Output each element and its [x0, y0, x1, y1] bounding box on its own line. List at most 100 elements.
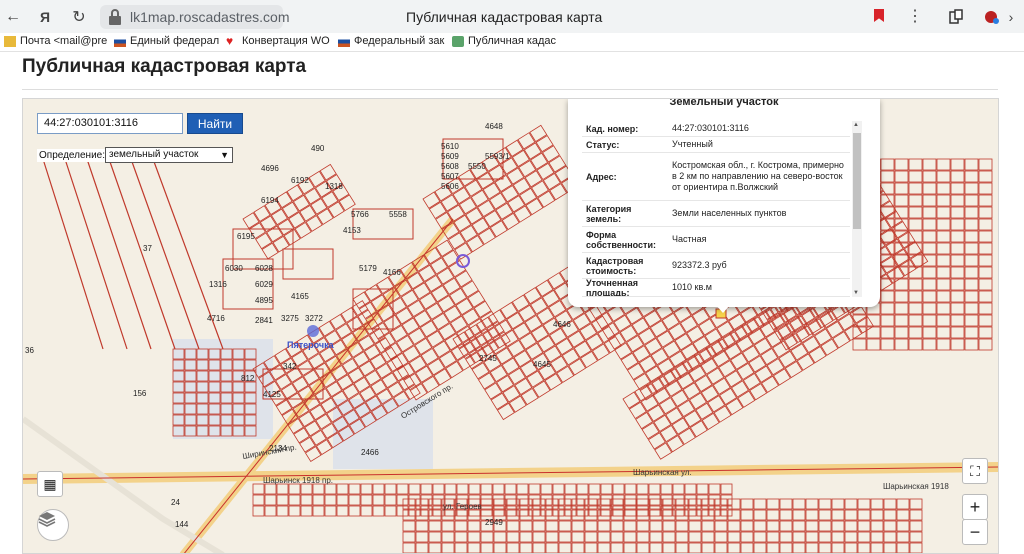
- reload-icon[interactable]: ↻: [68, 6, 90, 28]
- bookmark-item[interactable]: ♥ Конвертация WO: [226, 33, 330, 48]
- info-value: Земли населенных пунктов: [672, 208, 787, 218]
- popup-scrollbar[interactable]: ▲ ▼: [852, 121, 862, 297]
- heart-icon: ♥: [226, 33, 234, 48]
- bookmark-item[interactable]: Почта <mail@pre: [4, 35, 107, 47]
- street-label: Шарьинская 1918: [883, 482, 949, 491]
- bookmark-label: Конвертация WO: [242, 35, 330, 47]
- street-label: ул. Героев: [443, 502, 482, 511]
- info-key: Категория земель:: [586, 203, 632, 224]
- street-label: Шарьинская ул.: [633, 468, 692, 477]
- zoom-in-button[interactable]: +: [962, 494, 988, 520]
- parcel-number-label: 6192: [291, 176, 309, 185]
- info-value: 44:27:030101:3116: [672, 123, 749, 133]
- collections-icon[interactable]: [948, 9, 964, 25]
- parcel-number-label: 6194: [261, 196, 279, 205]
- lock-icon: [109, 9, 121, 25]
- info-value: Частная: [672, 234, 707, 244]
- parcel-number-label: 156: [133, 389, 147, 398]
- parcel-number-label: 5558: [389, 210, 407, 219]
- parcel-number-label: 4165: [291, 292, 309, 301]
- info-row: Форма собственности: Частная: [582, 227, 850, 253]
- parcel-number-label: 342: [283, 362, 297, 371]
- fullscreen-button[interactable]: ⛶: [962, 458, 988, 484]
- info-key: Адрес:: [586, 171, 617, 182]
- browser-toolbar: ← Я ↻ lk1map.roscadastres.com Публичная …: [0, 0, 1024, 33]
- map-viewport[interactable]: 4648 5610 5609 5608 5607 5606 5550 5593/1 490 469…: [22, 98, 999, 554]
- scroll-thumb[interactable]: [853, 133, 861, 229]
- parcel-number-label: 4166: [383, 268, 401, 277]
- poi-marker-icon: [307, 325, 319, 337]
- info-value: 1010 кв.м: [672, 282, 712, 292]
- parcel-number-label: 1316: [209, 280, 227, 289]
- info-value: Костромская обл., г. Кострома, примерно …: [672, 160, 844, 192]
- bookmarks-bar: Почта <mail@pre Единый федерал ♥ Конверт…: [0, 33, 1024, 52]
- info-value: 923372.3 руб: [672, 260, 727, 270]
- parcel-number-label: 5608: [441, 162, 459, 171]
- more-options-icon[interactable]: ⋮: [907, 6, 923, 26]
- bookmark-label: Федеральный зак: [354, 35, 445, 47]
- parcel-number-label: 36: [25, 346, 34, 355]
- bookmark-item[interactable]: Единый федерал: [114, 35, 219, 47]
- poi-label[interactable]: Пятерочка: [287, 340, 334, 350]
- bookmark-label: Почта <mail@pre: [20, 35, 108, 47]
- parcel-number-label: 37: [143, 244, 152, 253]
- info-value: Учтенный: [672, 139, 713, 149]
- scroll-up-icon[interactable]: ▲: [853, 122, 859, 128]
- info-key: Кадастровая стоимость:: [586, 255, 644, 276]
- info-key: Уточненная площадь:: [586, 279, 638, 297]
- info-row: Статус: Учтенный: [582, 137, 850, 153]
- parcel-number-label: 4696: [261, 164, 279, 173]
- flag-icon: [114, 35, 126, 47]
- yandex-icon[interactable]: Я: [34, 6, 56, 28]
- info-row: Кадастровая стоимость: 923372.3 руб: [582, 253, 850, 279]
- parcel-number-label: 2466: [361, 448, 379, 457]
- parcel-number-label: 5179: [359, 264, 377, 273]
- info-row: Уточненная площадь: 1010 кв.м: [582, 279, 850, 297]
- parcel-number-label: 4648: [485, 122, 503, 131]
- parcel-number-label: 4125: [263, 390, 281, 399]
- back-icon[interactable]: ←: [2, 6, 24, 28]
- parcel-number-label: 5609: [441, 152, 459, 161]
- parcel-number-label: 2949: [485, 518, 503, 527]
- parcel-number-label: 5766: [351, 210, 369, 219]
- parcel-number-label: 6030: [225, 264, 243, 273]
- print-map-button[interactable]: ▦: [37, 471, 63, 497]
- layers-icon: [38, 512, 56, 527]
- parcel-number-label: 5610: [441, 142, 459, 151]
- parcel-number-label: 4895: [255, 296, 273, 305]
- definition-select[interactable]: земельный участок ▼: [105, 147, 233, 163]
- info-key: Форма собственности:: [586, 229, 656, 250]
- cadastral-search-input[interactable]: 44:27:030101:3116: [37, 113, 183, 134]
- popup-title: Земельный участок: [669, 98, 779, 108]
- bookmark-label: Единый федерал: [130, 35, 220, 47]
- info-row: Кад. номер: 44:27:030101:3116: [582, 121, 850, 137]
- zoom-out-button[interactable]: −: [962, 519, 988, 545]
- info-key: Кад. номер:: [586, 123, 639, 134]
- parcel-number-label: 5593/1: [485, 152, 510, 161]
- url-text: lk1map.roscadastres.com: [130, 9, 290, 25]
- parcel-number-label: 6195: [237, 232, 255, 241]
- search-button[interactable]: Найти: [187, 113, 243, 134]
- definition-label: Определение:: [37, 149, 108, 162]
- parcel-number-label: 3275: [281, 314, 299, 323]
- parcel-number-label: 490: [311, 144, 325, 153]
- puzzle-icon: [452, 35, 464, 47]
- popup-pointer: [715, 304, 731, 313]
- layers-button[interactable]: [37, 509, 69, 541]
- scroll-down-icon[interactable]: ▼: [853, 290, 859, 296]
- extension-icon[interactable]: [984, 9, 1000, 25]
- parcel-number-label: 2745: [479, 354, 497, 363]
- info-key: Статус:: [586, 139, 620, 150]
- bookmark-item[interactable]: Федеральный зак: [338, 35, 444, 47]
- parcel-number-label: 4716: [207, 314, 225, 323]
- parcel-number-label: 812: [241, 374, 255, 383]
- parcel-number-label: 2841: [255, 316, 273, 325]
- sidebar-icon[interactable]: ›: [1000, 6, 1022, 28]
- info-row: Категория земель: Земли населенных пункто…: [582, 201, 850, 227]
- bookmark-item[interactable]: Публичная кадас: [452, 35, 556, 47]
- address-bar[interactable]: lk1map.roscadastres.com Публичная кадаст…: [100, 5, 920, 29]
- parcel-number-label: 3272: [305, 314, 323, 323]
- parcel-number-label: 5606: [441, 182, 459, 191]
- parcel-number-label: 1318: [325, 182, 343, 191]
- chevron-down-icon: ▼: [220, 150, 229, 160]
